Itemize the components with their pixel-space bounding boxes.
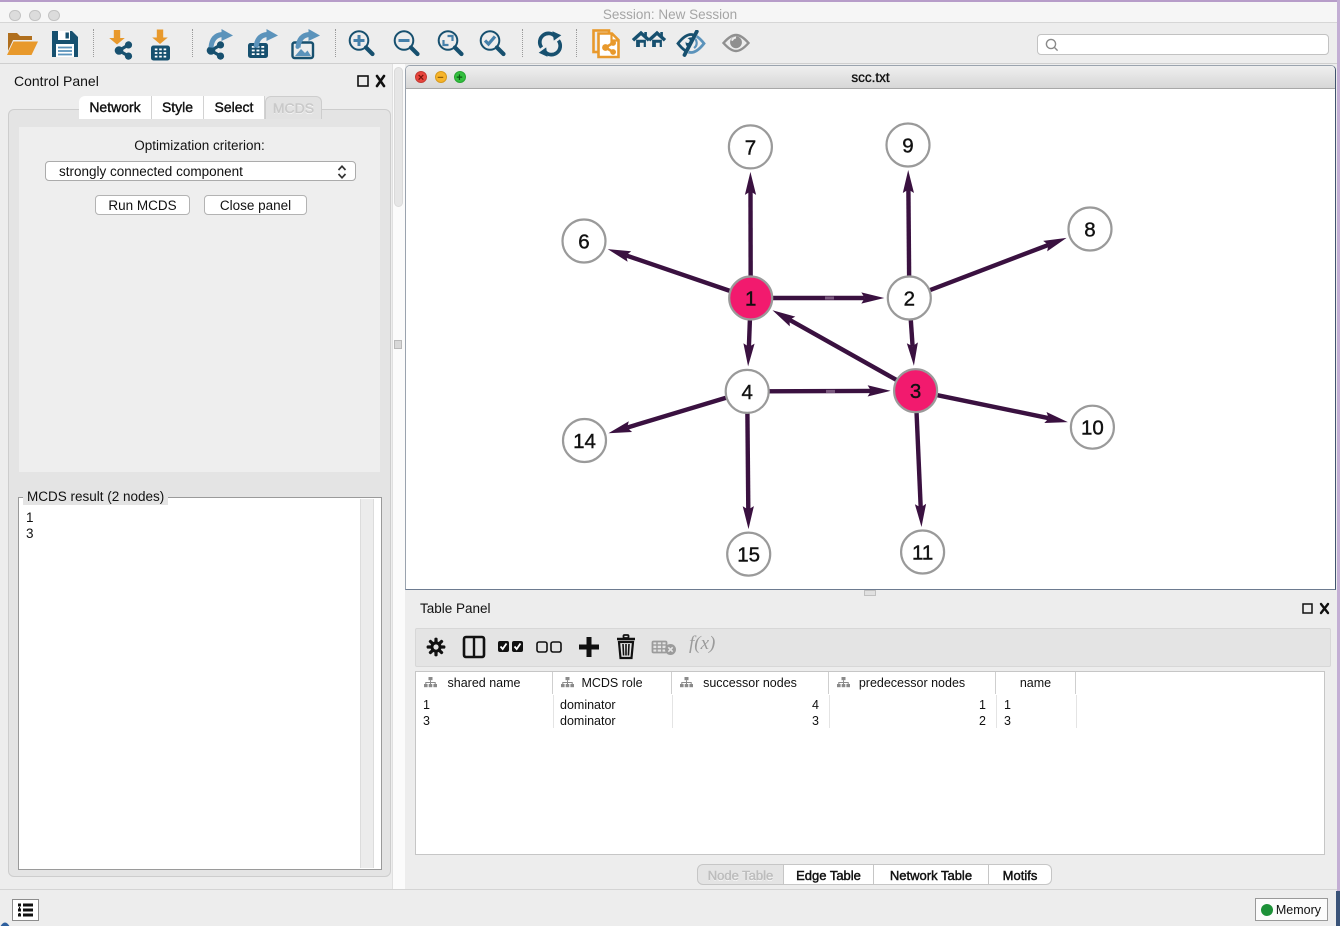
svg-text:4: 4 — [741, 381, 752, 404]
svg-text:7: 7 — [745, 136, 756, 159]
svg-text:8: 8 — [1084, 218, 1095, 241]
svg-text:3: 3 — [910, 380, 921, 403]
svg-text:9: 9 — [902, 134, 913, 157]
svg-text:6: 6 — [578, 230, 589, 253]
svg-text:2: 2 — [904, 287, 915, 310]
svg-text:14: 14 — [573, 430, 596, 453]
svg-text:15: 15 — [737, 544, 760, 567]
svg-text:10: 10 — [1081, 417, 1104, 440]
svg-text:1: 1 — [745, 287, 756, 310]
svg-text:11: 11 — [912, 541, 933, 564]
